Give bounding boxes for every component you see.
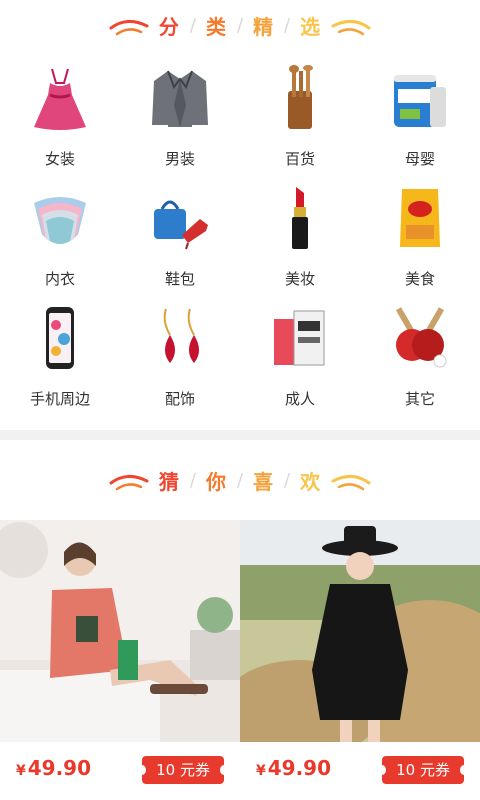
category-item-underwear[interactable]: 内衣 xyxy=(0,176,120,294)
category-label: 女装 xyxy=(44,150,75,168)
left-wave-decoration-icon xyxy=(109,475,149,491)
category-label: 美妆 xyxy=(284,270,315,288)
header-char-2: 你 xyxy=(205,469,227,494)
ping-pong-icon xyxy=(384,302,456,374)
product-image[interactable] xyxy=(240,520,480,742)
right-wave-decoration-icon xyxy=(331,20,371,36)
category-item-others[interactable]: 其它 xyxy=(360,296,480,414)
dress-icon xyxy=(24,62,96,134)
box-package-icon xyxy=(264,302,336,374)
category-item-shoes-bags[interactable]: 鞋包 xyxy=(120,176,240,294)
header-char-2: 类 xyxy=(205,14,227,39)
divider-slash: / xyxy=(236,14,244,36)
header-char-4: 选 xyxy=(300,14,322,39)
header-char-4: 欢 xyxy=(300,469,322,494)
category-section-header: 分 / 类 / 精 / 选 xyxy=(0,10,480,40)
category-grid: 女装 男装 百货 母婴 内衣 鞋包 美妆 美食 手机周边 配饰 成人 其它 xyxy=(0,56,480,418)
handbag-shoes-icon xyxy=(144,182,216,254)
lipstick-icon xyxy=(264,182,336,254)
category-item-mens-wear[interactable]: 男装 xyxy=(120,56,240,174)
chips-bag-icon xyxy=(384,182,456,254)
category-item-mother-baby[interactable]: 母婴 xyxy=(360,56,480,174)
underwear-icon xyxy=(24,182,96,254)
product-image[interactable] xyxy=(0,520,240,742)
product-price: ¥49.90 xyxy=(256,756,331,780)
category-label: 母婴 xyxy=(404,150,435,168)
divider-slash: / xyxy=(189,14,196,36)
category-item-adult[interactable]: 成人 xyxy=(240,296,360,414)
header-char-3: 精 xyxy=(253,14,275,39)
suit-jacket-icon xyxy=(144,62,216,134)
category-label: 成人 xyxy=(284,390,315,408)
category-label: 男装 xyxy=(164,150,195,168)
category-label: 鞋包 xyxy=(164,270,195,288)
header-char-3: 喜 xyxy=(253,469,275,494)
category-label: 配饰 xyxy=(164,390,195,408)
product-price: ¥49.90 xyxy=(16,756,91,780)
category-item-food[interactable]: 美食 xyxy=(360,176,480,294)
category-item-general-goods[interactable]: 百货 xyxy=(240,56,360,174)
coupon-badge[interactable]: 10 元券 xyxy=(138,756,228,784)
kitchen-utensils-icon xyxy=(264,62,336,134)
formula-can-icon xyxy=(384,62,456,134)
product-card[interactable]: ¥49.90 10 元券 xyxy=(0,520,240,800)
header-char-1: 分 xyxy=(158,14,180,39)
phone-case-icon xyxy=(24,302,96,374)
price-value: 49.90 xyxy=(27,756,92,780)
category-item-accessories[interactable]: 配饰 xyxy=(120,296,240,414)
category-label: 百货 xyxy=(284,150,315,168)
category-item-cosmetics[interactable]: 美妆 xyxy=(240,176,360,294)
category-item-phone-accessories[interactable]: 手机周边 xyxy=(0,296,120,414)
app-page: 分 / 类 / 精 / 选 女装 男装 百货 母婴 内衣 鞋包 美妆 美食 手机… xyxy=(0,0,480,800)
category-label: 其它 xyxy=(404,390,435,408)
header-char-1: 猜 xyxy=(158,469,180,494)
price-value: 49.90 xyxy=(267,756,332,780)
category-label: 手机周边 xyxy=(29,390,90,408)
category-label: 内衣 xyxy=(44,270,75,288)
currency-symbol: ¥ xyxy=(256,763,266,779)
earrings-icon xyxy=(144,302,216,374)
currency-symbol: ¥ xyxy=(16,763,26,779)
category-label: 美食 xyxy=(404,270,435,288)
product-card[interactable]: ¥49.90 10 元券 xyxy=(240,520,480,800)
recommend-section-header: 猜 / 你 / 喜 / 欢 xyxy=(0,465,480,495)
section-divider xyxy=(0,430,480,440)
divider-slash: / xyxy=(284,469,291,491)
right-wave-decoration-icon xyxy=(331,475,371,491)
divider-slash: / xyxy=(236,469,244,491)
divider-slash: / xyxy=(284,14,291,36)
left-wave-decoration-icon xyxy=(109,20,149,36)
category-item-womens-wear[interactable]: 女装 xyxy=(0,56,120,174)
coupon-badge[interactable]: 10 元券 xyxy=(378,756,468,784)
divider-slash: / xyxy=(189,469,196,491)
